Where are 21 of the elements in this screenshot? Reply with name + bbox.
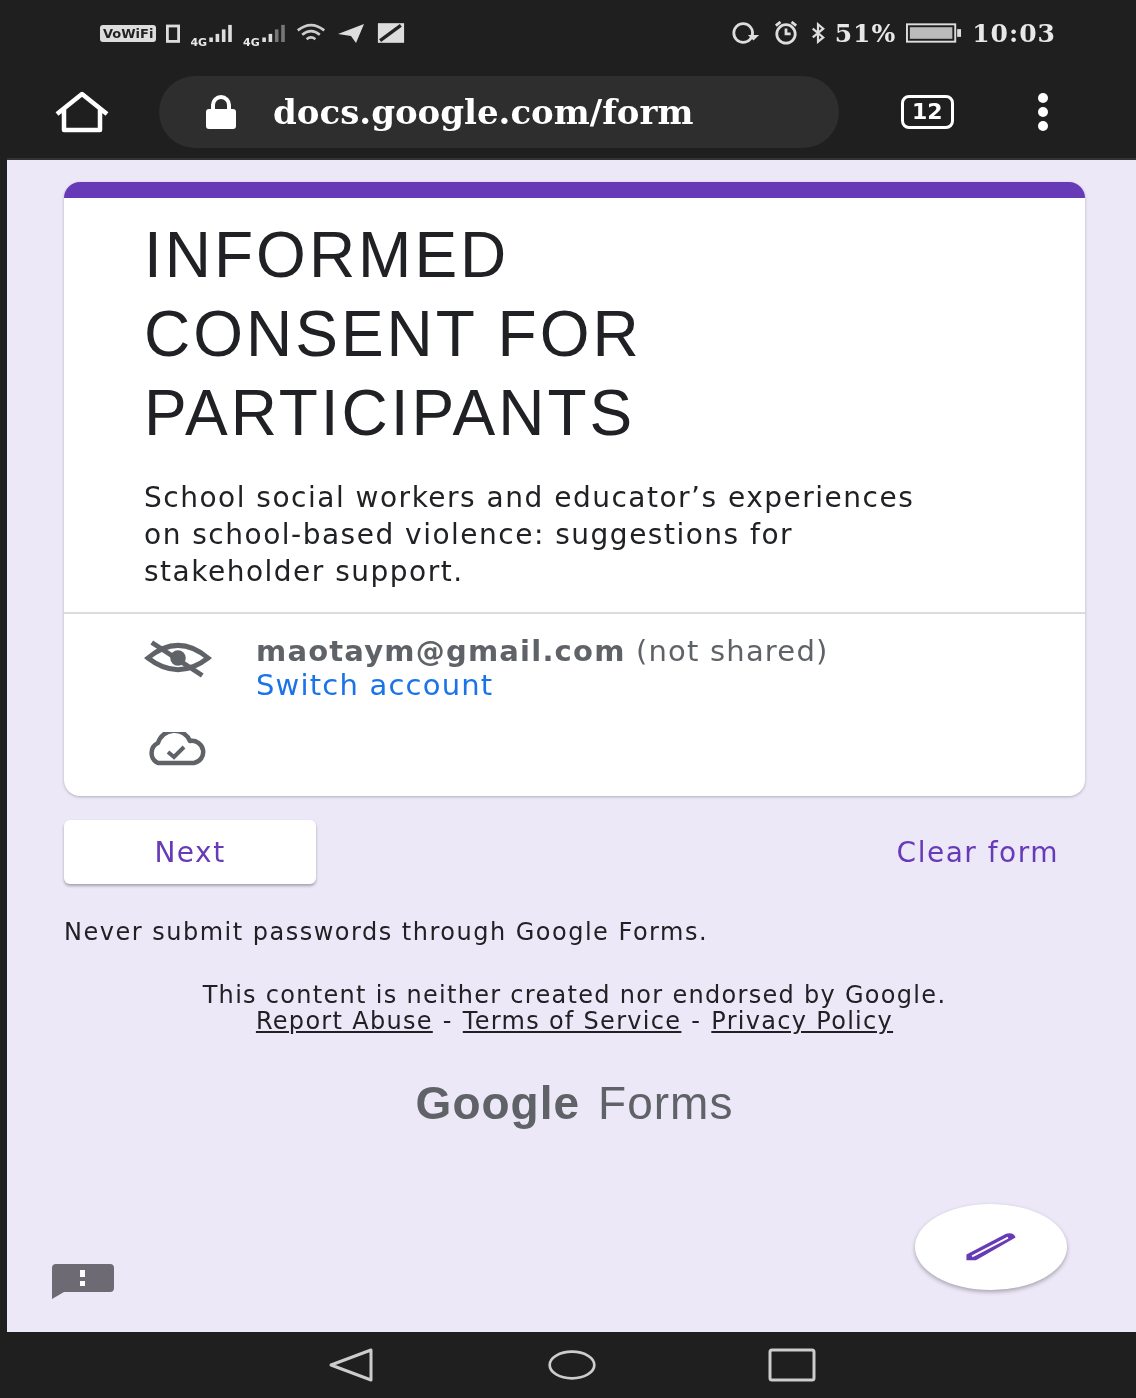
vowifi-badge: VoWiFi	[100, 24, 157, 42]
footer-link[interactable]: Report Abuse	[255, 1007, 433, 1035]
form-description: School social workers and educator’s experiences on school-based violence: suggestions for stakeholder support.	[144, 480, 916, 590]
url-text: docs.google.com/form	[273, 92, 694, 132]
logo-product: Forms	[598, 1076, 734, 1130]
clock: 10:03	[972, 18, 1056, 48]
logo-brand: Google	[415, 1076, 581, 1130]
clear-form-button[interactable]: Clear form	[896, 835, 1059, 869]
switch-account-link[interactable]: Switch account	[256, 668, 829, 702]
footer-link[interactable]: Terms of Service	[462, 1007, 682, 1035]
network-type: 4G	[243, 35, 260, 49]
account-email: maotaym@gmail.com (not shared)	[256, 634, 829, 668]
disclaimer: This content is neither created nor endorsed by Google. Report Abuse - Terms of Service - Privacy Policy	[201, 982, 948, 1034]
form-title: INFORMED CONSENT FOR PARTICIPANTS	[144, 218, 643, 451]
password-warning: Never submit passwords through Google Forms.	[64, 918, 710, 946]
tab-count-button[interactable]: 12	[901, 95, 954, 129]
footer-link[interactable]: Privacy Policy	[711, 1007, 894, 1035]
network-type: 4G	[190, 35, 208, 49]
battery-percent: 51%	[834, 18, 897, 48]
next-button[interactable]: Next	[64, 820, 316, 884]
address-bar[interactable]: docs.google.com/form	[159, 76, 839, 148]
